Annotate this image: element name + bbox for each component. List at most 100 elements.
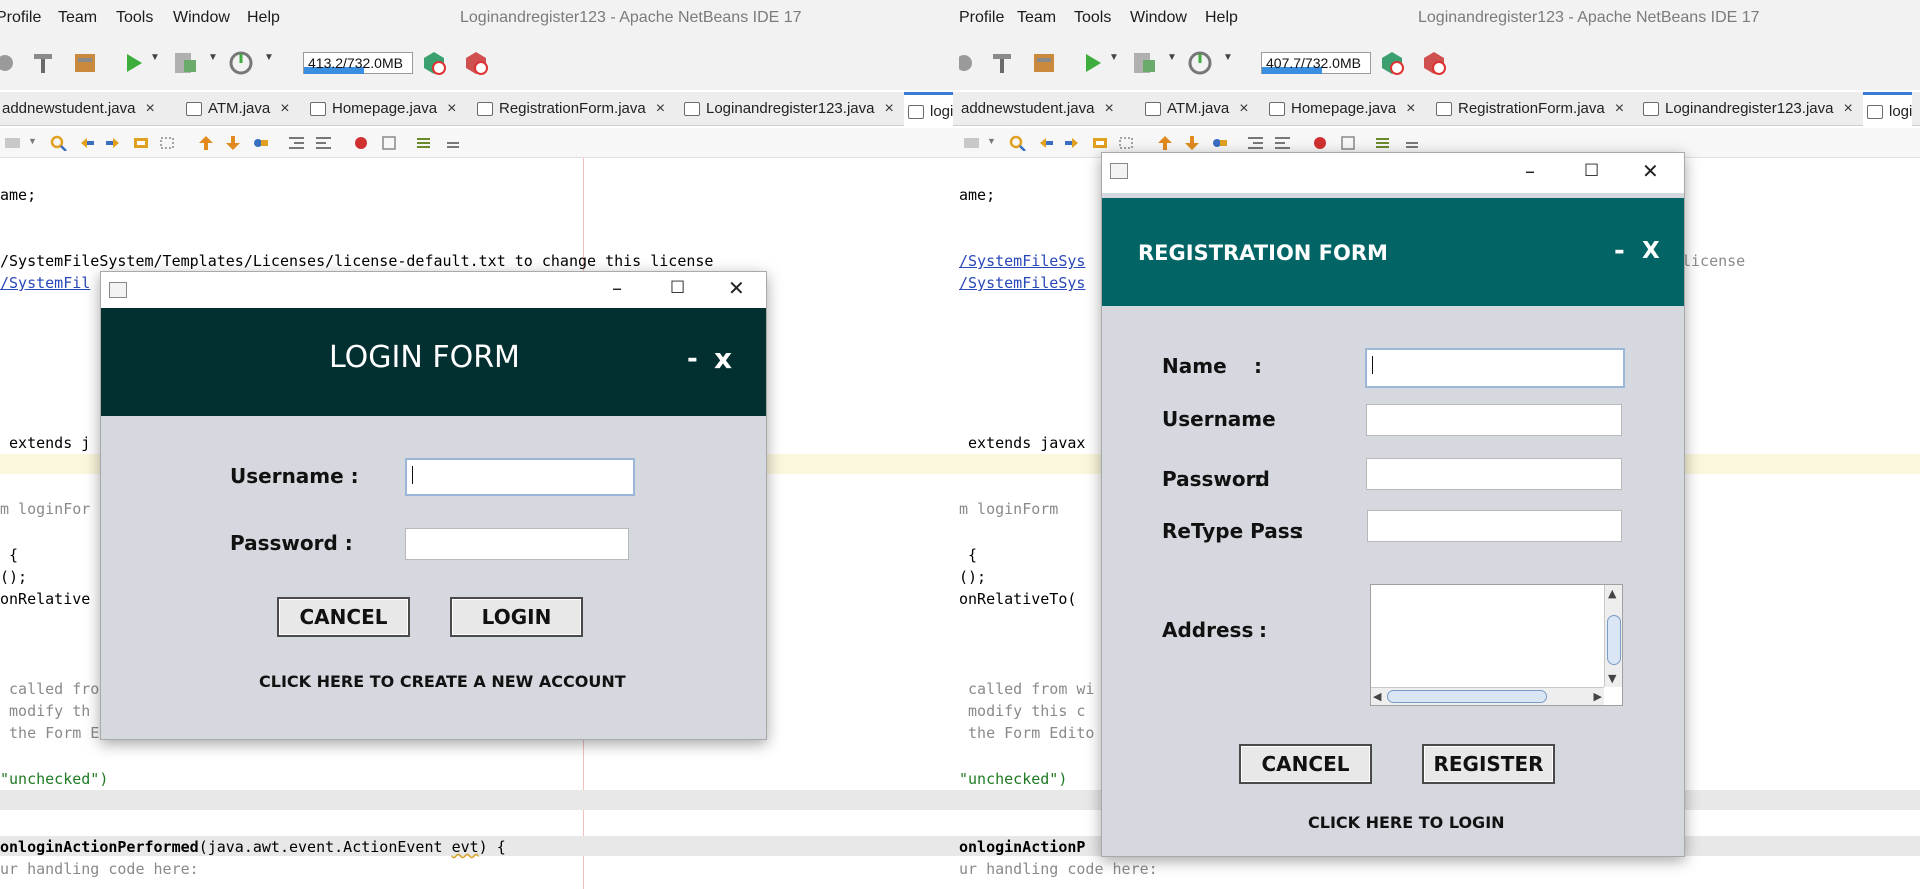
menu-help[interactable]: Help	[1205, 9, 1238, 27]
tab-close-icon[interactable]: ×	[145, 100, 154, 117]
toggle-highlight-icon[interactable]	[1119, 135, 1136, 151]
find-icon[interactable]	[50, 135, 67, 151]
menu-profile[interactable]: Profile	[959, 9, 1004, 27]
registration-window-titlebar[interactable]: – ☐ ✕	[1102, 153, 1684, 193]
name-input[interactable]	[1365, 348, 1625, 388]
menu-team[interactable]: Team	[58, 9, 97, 27]
find-icon[interactable]	[1009, 135, 1026, 151]
menu-team[interactable]: Team	[1017, 9, 1056, 27]
debug-icon[interactable]	[172, 50, 198, 76]
record-macro-icon[interactable]	[1312, 135, 1329, 151]
build-hammer-icon[interactable]	[30, 50, 56, 76]
window-maximize-icon[interactable]: ☐	[1584, 161, 1599, 181]
clean-build-icon[interactable]	[1031, 50, 1057, 76]
run-icon[interactable]	[120, 50, 146, 76]
run-dropdown-icon[interactable]: ▼	[1109, 52, 1119, 63]
find-previous-icon[interactable]	[1037, 135, 1054, 151]
build-hammer-icon[interactable]	[989, 50, 1015, 76]
find-next-icon[interactable]	[105, 135, 122, 151]
login-window-titlebar[interactable]: – ☐ ✕	[101, 272, 766, 308]
run-dropdown-icon[interactable]: ▼	[150, 52, 160, 63]
tab-close-icon[interactable]: ×	[1615, 100, 1624, 117]
tab-loginform-active[interactable]: logi	[1863, 92, 1913, 126]
dropdown-icon[interactable]: ▼	[28, 136, 37, 146]
profile-dropdown-icon[interactable]: ▼	[264, 52, 274, 63]
scroll-left-icon[interactable]: ◀	[1373, 690, 1381, 703]
menu-tools[interactable]: Tools	[1074, 9, 1111, 27]
menu-help[interactable]: Help	[247, 9, 280, 27]
scroll-right-icon[interactable]: ▶	[1594, 690, 1602, 703]
tab-homepage[interactable]: Homepage.java ×	[1265, 92, 1415, 126]
snapshot-icon[interactable]	[1421, 50, 1447, 76]
window-minimize-icon[interactable]: –	[1525, 159, 1535, 183]
clean-build-icon[interactable]	[72, 50, 98, 76]
back-icon[interactable]	[0, 50, 18, 76]
find-selection-icon[interactable]	[133, 135, 150, 151]
find-next-icon[interactable]	[1064, 135, 1081, 151]
tab-close-icon[interactable]: ×	[280, 100, 289, 117]
toggle-highlight-icon[interactable]	[160, 135, 177, 151]
tab-atm[interactable]: ATM.java ×	[1141, 92, 1249, 126]
window-maximize-icon[interactable]: ☐	[670, 278, 685, 298]
uncomment-icon[interactable]	[443, 135, 460, 151]
find-selection-icon[interactable]	[1092, 135, 1109, 151]
window-close-icon[interactable]: ✕	[728, 276, 745, 300]
window-minimize-icon[interactable]: –	[612, 276, 622, 300]
scroll-down-icon[interactable]: ▼	[1608, 672, 1616, 685]
banner-minimize-button[interactable]: -	[1614, 236, 1625, 266]
tab-addnewstudent[interactable]: addnewstudent.java ×	[959, 92, 1114, 126]
username-input[interactable]	[405, 458, 635, 496]
password-input[interactable]	[405, 528, 629, 560]
shift-right-icon[interactable]	[1274, 135, 1291, 151]
shift-left-icon[interactable]	[288, 135, 305, 151]
debug-dropdown-icon[interactable]: ▼	[1167, 52, 1177, 63]
next-bookmark-icon[interactable]	[225, 135, 242, 151]
stop-macro-icon[interactable]	[381, 135, 398, 151]
tab-close-icon[interactable]: ×	[1104, 100, 1113, 117]
memory-indicator[interactable]: 407.7/732.0MB	[1261, 52, 1371, 74]
tab-registrationform[interactable]: RegistrationForm.java ×	[1432, 92, 1624, 126]
menu-window[interactable]: Window	[1130, 9, 1187, 27]
debug-dropdown-icon[interactable]: ▼	[208, 52, 218, 63]
back-icon[interactable]	[959, 50, 977, 76]
uncomment-icon[interactable]	[1402, 135, 1419, 151]
scroll-up-icon[interactable]: ▲	[1608, 587, 1616, 600]
password-input[interactable]	[1366, 458, 1622, 490]
tab-loginandregister123[interactable]: Loginandregister123.java ×	[1639, 92, 1853, 126]
banner-minimize-button[interactable]: -	[687, 344, 698, 374]
history-icon[interactable]	[963, 135, 980, 151]
tab-addnewstudent[interactable]: addnewstudent.java ×	[0, 92, 155, 126]
prev-bookmark-icon[interactable]	[198, 135, 215, 151]
banner-close-button[interactable]: X	[1642, 238, 1660, 264]
tab-loginandregister123[interactable]: Loginandregister123.java ×	[680, 92, 894, 126]
menu-window[interactable]: Window	[173, 9, 230, 27]
dropdown-icon[interactable]: ▼	[987, 136, 996, 146]
tab-close-icon[interactable]: ×	[1406, 100, 1415, 117]
shift-right-icon[interactable]	[315, 135, 332, 151]
debug-icon[interactable]	[1131, 50, 1157, 76]
menu-tools[interactable]: Tools	[116, 9, 153, 27]
toggle-bookmark-icon[interactable]	[252, 135, 269, 151]
comment-icon[interactable]	[1375, 135, 1392, 151]
tab-close-icon[interactable]: ×	[884, 100, 893, 117]
tab-registrationform[interactable]: RegistrationForm.java ×	[473, 92, 665, 126]
tab-homepage[interactable]: Homepage.java ×	[306, 92, 456, 126]
create-account-link[interactable]: CLICK HERE TO CREATE A NEW ACCOUNT	[259, 672, 626, 691]
tab-loginform-active[interactable]: logi	[904, 92, 954, 126]
find-previous-icon[interactable]	[78, 135, 95, 151]
prev-bookmark-icon[interactable]	[1157, 135, 1174, 151]
register-button[interactable]: REGISTER	[1422, 744, 1555, 784]
run-icon[interactable]	[1079, 50, 1105, 76]
username-input[interactable]	[1366, 404, 1622, 436]
login-link[interactable]: CLICK HERE TO LOGIN	[1308, 813, 1505, 832]
record-macro-icon[interactable]	[353, 135, 370, 151]
gc-icon[interactable]	[421, 50, 447, 76]
tab-close-icon[interactable]: ×	[1239, 100, 1248, 117]
vertical-scrollbar[interactable]: ▲ ▼	[1604, 585, 1622, 687]
tab-close-icon[interactable]: ×	[656, 100, 665, 117]
tab-close-icon[interactable]: ×	[447, 100, 456, 117]
profile-icon[interactable]	[228, 50, 254, 76]
tab-close-icon[interactable]: ×	[1843, 100, 1852, 117]
shift-left-icon[interactable]	[1247, 135, 1264, 151]
banner-close-button[interactable]: x	[714, 342, 732, 375]
